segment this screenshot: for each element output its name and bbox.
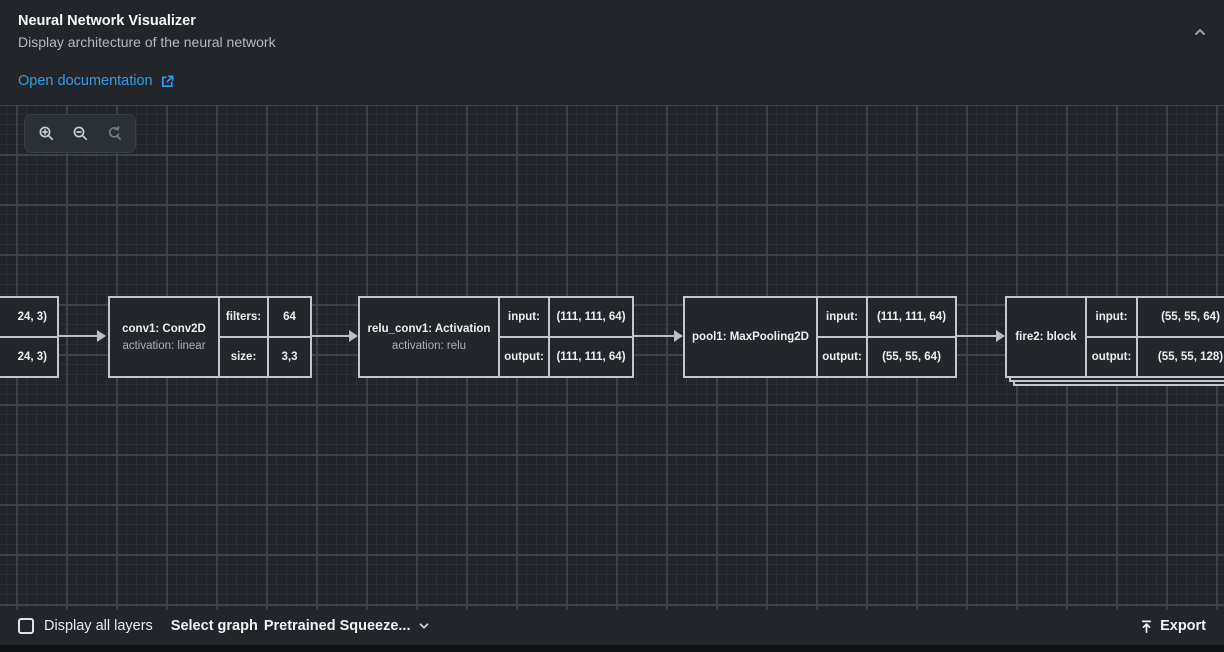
node-relu-conv1[interactable]: relu_conv1: Activation activation: relu …	[358, 296, 634, 378]
page-subtitle: Display architecture of the neural netwo…	[18, 34, 276, 50]
edge-arrow	[634, 335, 674, 337]
node-conv1[interactable]: conv1: Conv2D activation: linear filters…	[108, 296, 312, 378]
doc-link-label: Open documentation	[18, 73, 153, 89]
param-value: (55, 55, 64)	[868, 338, 955, 376]
param-key: output:	[818, 338, 868, 376]
param-value: (111, 111, 64)	[550, 298, 632, 336]
edge-arrow	[312, 335, 349, 337]
zoom-toolbar	[24, 114, 136, 153]
param-key: filters:	[220, 298, 269, 336]
collapse-panel-button[interactable]	[1192, 20, 1216, 44]
node-fire2[interactable]: fire2: block input: (55, 55, 64) output:…	[1005, 296, 1224, 378]
node-title: pool1: MaxPooling2D	[692, 331, 809, 343]
param-value: 3,3	[269, 338, 310, 376]
chevron-up-icon	[1192, 24, 1216, 40]
zoom-in-button[interactable]	[31, 119, 61, 149]
node-shape-row: 24, 3)	[0, 298, 57, 338]
magnifier-minus-icon	[72, 125, 89, 142]
param-value: (55, 55, 128)	[1138, 338, 1224, 376]
magnifier-plus-icon	[38, 125, 55, 142]
param-key: input:	[818, 298, 868, 336]
panel-header: Neural Network Visualizer Display archit…	[0, 0, 1224, 105]
param-value: (55, 55, 64)	[1138, 298, 1224, 336]
param-value: (111, 111, 64)	[868, 298, 955, 336]
graph-select-label: Select graph	[171, 618, 258, 634]
magnifier-reset-icon	[106, 125, 123, 142]
neural-network-visualizer-panel: Neural Network Visualizer Display archit…	[0, 0, 1224, 652]
param-key: output:	[1087, 338, 1138, 376]
open-documentation-link[interactable]: Open documentation	[18, 73, 175, 89]
export-label: Export	[1160, 618, 1206, 634]
node-title: conv1: Conv2D	[122, 323, 206, 335]
window-bottom-edge	[0, 645, 1224, 652]
node-input-layer[interactable]: 24, 3) 24, 3)	[0, 296, 59, 378]
zoom-reset-button[interactable]	[99, 119, 129, 149]
panel-footer: Display all layers Select graph Pretrain…	[0, 607, 1224, 645]
node-title: relu_conv1: Activation	[368, 323, 491, 335]
export-icon	[1139, 619, 1154, 634]
node-activation: activation: linear	[122, 340, 205, 352]
edge-arrow	[59, 335, 97, 337]
display-all-layers-checkbox[interactable]	[18, 618, 34, 634]
node-activation: activation: relu	[392, 340, 466, 352]
zoom-out-button[interactable]	[65, 119, 95, 149]
param-key: output:	[500, 338, 550, 376]
page-title: Neural Network Visualizer	[18, 13, 196, 29]
graph-select-value: Pretrained Squeeze...	[264, 618, 411, 634]
param-key: input:	[1087, 298, 1138, 336]
graph-canvas[interactable]: 24, 3) 24, 3) conv1: Conv2D activation: …	[0, 105, 1224, 610]
external-link-icon	[160, 74, 175, 89]
param-value: 64	[269, 298, 310, 336]
param-value: (111, 111, 64)	[550, 338, 632, 376]
chevron-down-icon	[417, 619, 431, 633]
graph-select-dropdown[interactable]: Select graph Pretrained Squeeze...	[171, 618, 431, 634]
export-button[interactable]: Export	[1139, 618, 1206, 634]
edge-arrow	[957, 335, 996, 337]
display-all-layers-label: Display all layers	[44, 618, 153, 634]
param-key: size:	[220, 338, 269, 376]
node-shape-row: 24, 3)	[0, 338, 57, 376]
param-key: input:	[500, 298, 550, 336]
node-pool1[interactable]: pool1: MaxPooling2D input: (111, 111, 64…	[683, 296, 957, 378]
node-title: fire2: block	[1015, 331, 1076, 343]
